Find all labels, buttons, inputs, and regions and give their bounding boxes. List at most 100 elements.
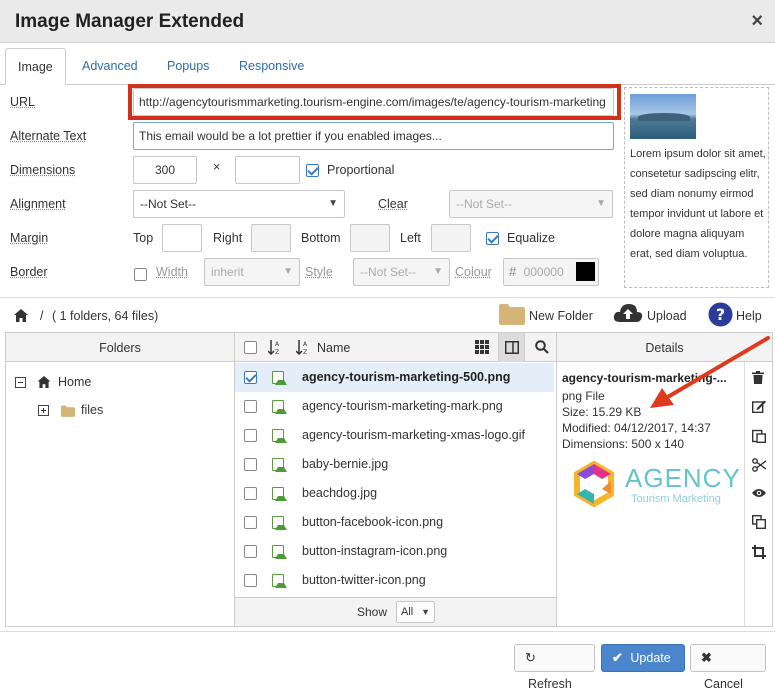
tree-item-home[interactable]: Home xyxy=(58,375,91,389)
help-button[interactable]: Help xyxy=(736,309,762,323)
dialog-titlebar: Image Manager Extended × xyxy=(0,0,775,43)
dimensions-label: Dimensions xyxy=(10,163,76,177)
name-column-header[interactable]: Name xyxy=(317,341,350,355)
tab-popups[interactable]: Popups xyxy=(155,48,221,85)
file-name[interactable]: agency-tourism-marketing-500.png xyxy=(302,370,510,384)
file-row[interactable]: beachdog.jpg xyxy=(235,479,554,508)
cancel-button[interactable]: ✖ Cancel xyxy=(690,644,766,691)
times-sign: × xyxy=(213,160,221,174)
home-icon[interactable] xyxy=(14,309,28,322)
file-name[interactable]: agency-tourism-marketing-xmas-logo.gif xyxy=(302,428,525,442)
select-all-checkbox[interactable] xyxy=(244,341,257,354)
image-file-icon xyxy=(272,458,287,472)
chevron-down-icon: ▼ xyxy=(596,198,606,209)
proportional-checkbox[interactable] xyxy=(306,164,319,177)
refresh-icon: ↻ xyxy=(525,650,536,665)
file-name[interactable]: agency-tourism-marketing-mark.png xyxy=(302,399,503,413)
show-select[interactable]: All ▼ xyxy=(396,601,435,623)
border-style-select[interactable]: --Not Set-- ▼ xyxy=(353,258,450,286)
margin-right-input[interactable] xyxy=(251,224,291,252)
search-icon[interactable] xyxy=(535,340,549,354)
file-checkbox[interactable] xyxy=(244,545,257,558)
file-checkbox[interactable] xyxy=(244,516,257,529)
cut-icon[interactable] xyxy=(752,458,766,472)
file-row[interactable]: agency-tourism-marketing-mark.png xyxy=(235,392,554,421)
tab-responsive[interactable]: Responsive xyxy=(227,48,316,85)
file-row[interactable]: agency-tourism-marketing-500.png xyxy=(235,363,554,392)
margin-label: Margin xyxy=(10,231,49,245)
file-row[interactable]: baby-bernie.jpg xyxy=(235,450,554,479)
file-row[interactable]: agency-tourism-marketing-xmas-logo.gif xyxy=(235,421,554,450)
colour-swatch[interactable] xyxy=(576,262,595,281)
clear-value: --Not Set-- xyxy=(456,197,513,211)
hash-icon: # xyxy=(509,264,517,279)
image-file-icon xyxy=(272,429,287,443)
file-list-footer: Show All ▼ xyxy=(235,597,556,626)
details-dimensions: Dimensions: 500 x 140 xyxy=(562,437,685,451)
border-checkbox[interactable] xyxy=(134,268,147,281)
file-name[interactable]: beachdog.jpg xyxy=(302,486,377,500)
refresh-button[interactable]: ↻ Refresh xyxy=(514,644,595,691)
margin-right-label: Right xyxy=(213,231,243,245)
file-name[interactable]: button-facebook-icon.png xyxy=(302,515,443,529)
file-row[interactable]: button-instagram-icon.png xyxy=(235,537,554,566)
file-checkbox[interactable] xyxy=(244,487,257,500)
collapse-icon[interactable] xyxy=(15,377,26,388)
alignment-value: --Not Set-- xyxy=(140,197,197,211)
margin-bottom-input[interactable] xyxy=(350,224,390,252)
file-checkbox[interactable] xyxy=(244,458,257,471)
folders-header: Folders xyxy=(6,333,234,362)
clear-select[interactable]: --Not Set-- ▼ xyxy=(449,190,613,218)
alignment-select[interactable]: --Not Set-- ▼ xyxy=(133,190,345,218)
upload-button[interactable]: Upload xyxy=(647,309,687,323)
crop-icon[interactable] xyxy=(752,545,766,559)
file-checkbox[interactable] xyxy=(244,371,257,384)
details-view-toggle[interactable] xyxy=(498,333,525,362)
alt-text-input[interactable] xyxy=(133,122,614,150)
copy-icon[interactable] xyxy=(752,515,766,529)
margin-top-label: Top xyxy=(133,231,154,245)
file-checkbox[interactable] xyxy=(244,429,257,442)
upload-cloud-icon[interactable] xyxy=(613,302,643,324)
url-label: URL xyxy=(10,95,36,109)
eye-icon[interactable] xyxy=(752,488,766,498)
paste-icon[interactable] xyxy=(752,429,766,443)
margin-top-input[interactable] xyxy=(162,224,202,252)
chevron-down-icon: ▼ xyxy=(328,198,338,209)
file-checkbox[interactable] xyxy=(244,400,257,413)
breadcrumb-path[interactable]: / xyxy=(40,309,43,323)
expand-icon[interactable] xyxy=(38,405,49,416)
file-name[interactable]: button-twitter-icon.png xyxy=(302,573,426,587)
chevron-down-icon: ▼ xyxy=(421,607,430,617)
new-folder-icon[interactable] xyxy=(499,303,525,325)
sort-ext-icon[interactable]: A Z xyxy=(268,339,282,355)
new-folder-button[interactable]: New Folder xyxy=(529,309,593,323)
grid-view-icon[interactable] xyxy=(475,340,489,354)
margin-left-input[interactable] xyxy=(431,224,471,252)
file-row[interactable]: button-facebook-icon.png xyxy=(235,508,554,537)
file-row[interactable]: button-twitter-icon.png xyxy=(235,566,554,595)
preview-image xyxy=(630,94,696,139)
show-value: All xyxy=(401,606,414,618)
alignment-label: Alignment xyxy=(10,197,66,211)
sort-name-icon[interactable]: A Z xyxy=(296,339,310,355)
file-name[interactable]: button-instagram-icon.png xyxy=(302,544,447,558)
equalize-checkbox[interactable] xyxy=(486,232,499,245)
image-file-icon xyxy=(272,545,287,559)
details-size: Size: 15.29 KB xyxy=(562,405,642,419)
width-input[interactable] xyxy=(133,156,197,184)
cancel-label: Cancel xyxy=(704,677,743,691)
update-button[interactable]: ✔ Update xyxy=(601,644,685,672)
close-icon[interactable]: × xyxy=(751,10,763,33)
tab-image[interactable]: Image xyxy=(5,48,66,85)
check-icon: ✔ xyxy=(612,650,623,665)
folder-icon xyxy=(61,405,75,417)
file-name[interactable]: baby-bernie.jpg xyxy=(302,457,388,471)
tab-advanced[interactable]: Advanced xyxy=(70,48,150,85)
tree-item-files[interactable]: files xyxy=(81,403,103,417)
border-width-select[interactable]: inherit ▼ xyxy=(204,258,300,286)
file-checkbox[interactable] xyxy=(244,574,257,587)
browser-toolbar: / ( 1 folders, 64 files) New Folder Uplo… xyxy=(0,297,775,333)
height-input[interactable] xyxy=(235,156,300,184)
help-icon[interactable]: ? xyxy=(708,302,733,327)
